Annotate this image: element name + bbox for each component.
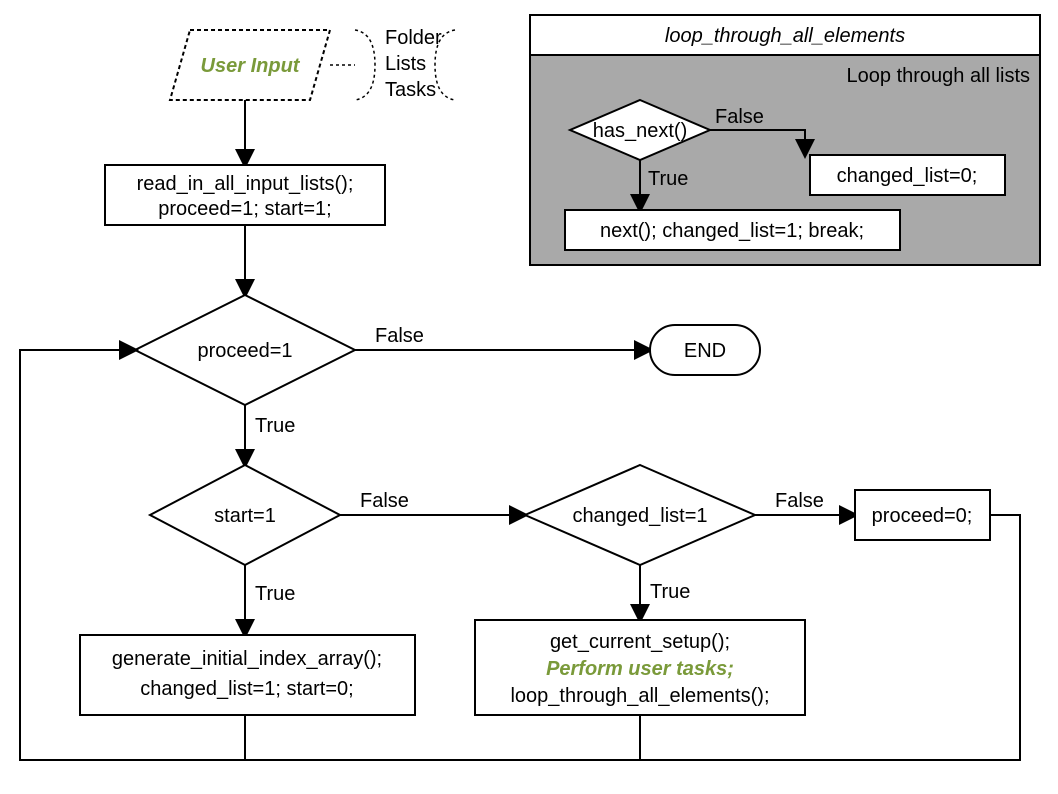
decision-has-next-label: has_next() xyxy=(593,120,688,142)
process-perform-l2: Perform user tasks; xyxy=(546,658,734,680)
start-true-label: True xyxy=(255,583,295,605)
process-gen-init-l1: generate_initial_index_array(); xyxy=(112,648,382,670)
process-init-l2: proceed=1; start=1; xyxy=(158,198,331,220)
changed-true-label: True xyxy=(650,581,690,603)
process-changed-zero-label: changed_list=0; xyxy=(837,165,978,187)
has-next-true-label: True xyxy=(648,168,688,190)
subroutine-title: loop_through_all_elements xyxy=(665,25,905,47)
edge-perform-loop xyxy=(245,715,640,760)
start-false-label: False xyxy=(360,490,409,512)
process-next-label: next(); changed_list=1; break; xyxy=(600,220,864,242)
changed-false-label: False xyxy=(775,490,824,512)
has-next-false-label: False xyxy=(715,106,764,128)
annotation-l2: Lists xyxy=(385,53,426,75)
process-perform-l1: get_current_setup(); xyxy=(550,631,730,653)
annotation-l3: Tasks xyxy=(385,79,436,101)
process-gen-init-l2: changed_list=1; start=0; xyxy=(140,678,353,700)
subroutine-box: loop_through_all_elements Loop through a… xyxy=(530,15,1040,265)
subroutine-caption: Loop through all lists xyxy=(847,65,1030,87)
process-init-l1: read_in_all_input_lists(); xyxy=(137,173,354,195)
proceed-false-label: False xyxy=(375,325,424,347)
process-proceed-zero-label: proceed=0; xyxy=(872,505,973,527)
process-perform-l3: loop_through_all_elements(); xyxy=(510,685,769,707)
decision-changed-label: changed_list=1 xyxy=(572,505,707,527)
flowchart: loop_through_all_elements Loop through a… xyxy=(0,0,1058,794)
terminator-end-label: END xyxy=(684,340,726,362)
io-user-input-label: User Input xyxy=(201,55,301,77)
decision-start-label: start=1 xyxy=(214,505,276,527)
proceed-true-label: True xyxy=(255,415,295,437)
decision-proceed-label: proceed=1 xyxy=(197,340,292,362)
process-gen-init xyxy=(80,635,415,715)
annotation-left-arc xyxy=(355,30,375,100)
annotation-l1: Folder xyxy=(385,27,442,49)
